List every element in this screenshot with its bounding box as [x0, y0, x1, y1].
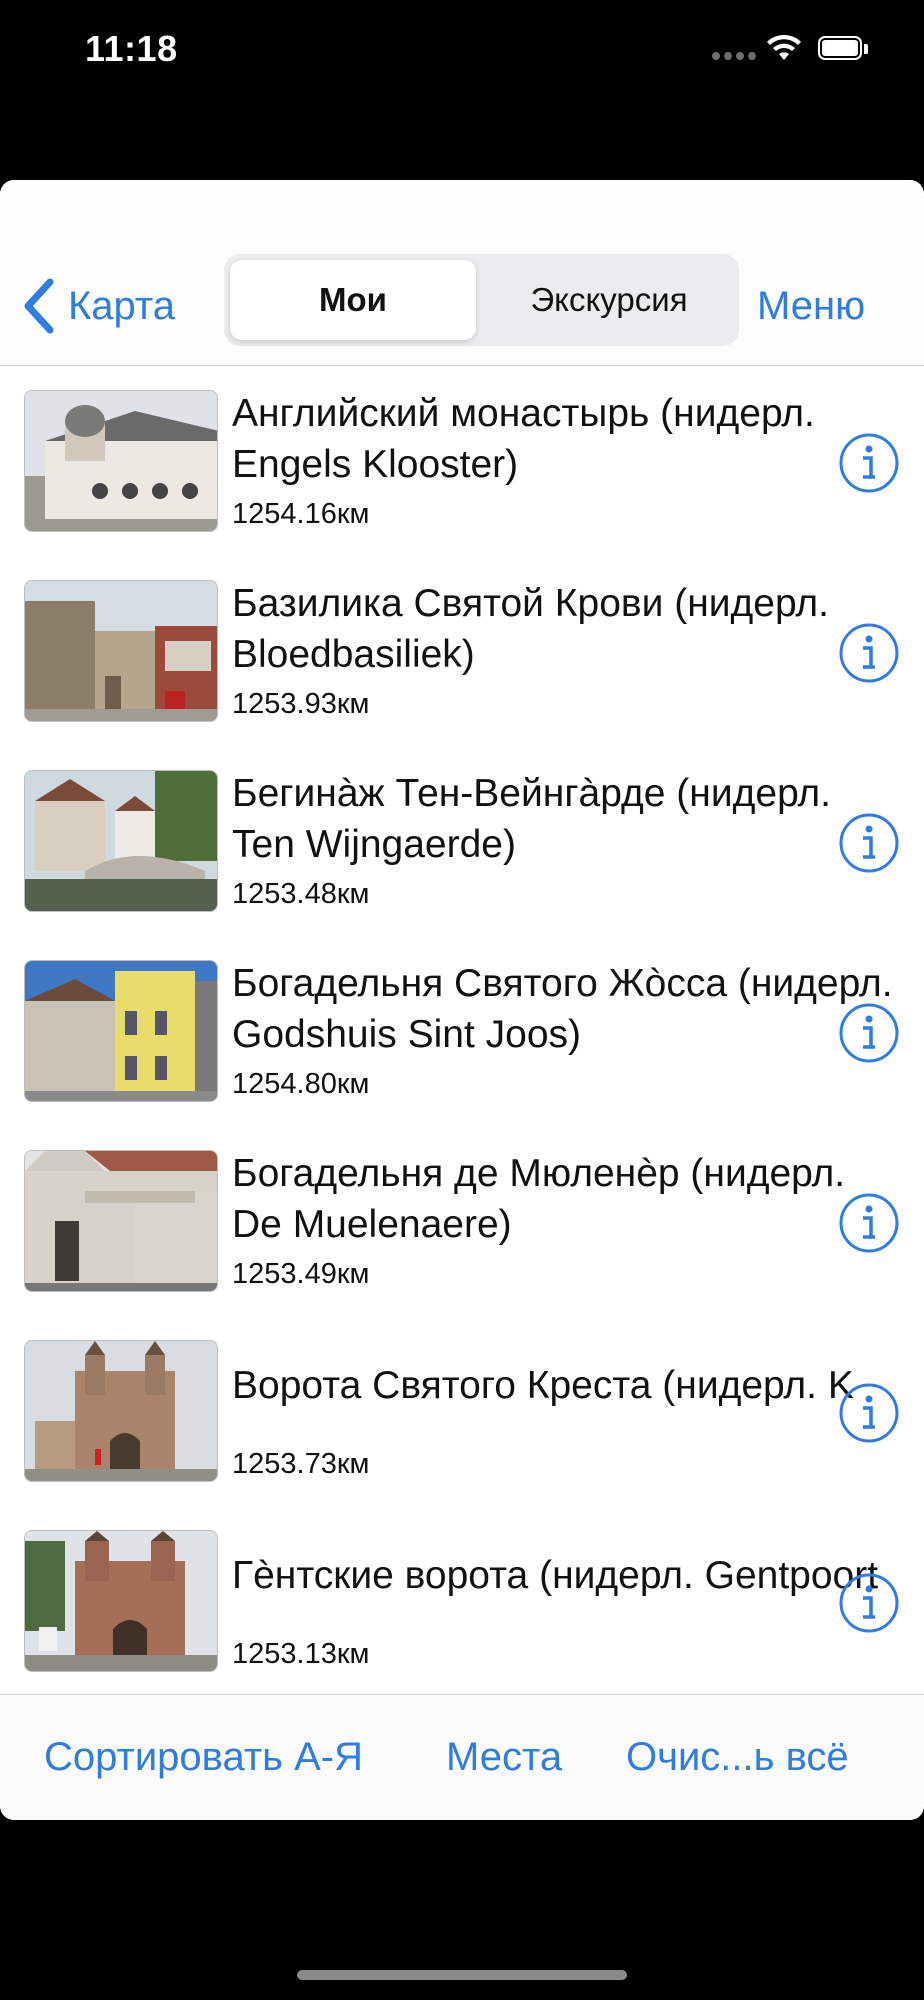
place-distance: 1253.13км — [232, 1638, 370, 1670]
battery-icon — [818, 36, 868, 62]
place-thumbnail — [24, 580, 218, 722]
info-icon[interactable] — [838, 1572, 900, 1634]
place-title: Английский монастырь (нидерл. Engels Kloo… — [232, 392, 815, 486]
place-title: Гèнтские ворота (нидерл. Gentpoort — [232, 1554, 879, 1597]
place-thumbnail — [24, 1150, 218, 1292]
place-distance: 1254.16км — [232, 498, 370, 530]
back-button[interactable]: Карта — [20, 276, 175, 336]
place-thumbnail — [24, 1340, 218, 1482]
place-title: Богадельня де Мюленèр (нидерл. De Muelena… — [232, 1152, 846, 1246]
place-title: Ворота Святого Креста (нидерл. K — [232, 1364, 854, 1407]
info-icon[interactable] — [838, 432, 900, 494]
navigation-bar: Карта Мои Экскурсия Меню — [0, 180, 924, 366]
info-icon[interactable] — [838, 1002, 900, 1064]
home-indicator — [297, 1970, 627, 1980]
info-icon[interactable] — [838, 1192, 900, 1254]
segment-excursion[interactable]: Экскурсия — [486, 260, 732, 340]
menu-button[interactable]: Меню — [757, 276, 865, 336]
wifi-icon — [767, 34, 801, 60]
info-icon[interactable] — [838, 1382, 900, 1444]
place-distance: 1253.73км — [232, 1448, 370, 1480]
list-item[interactable]: Ворота Святого Креста (нидерл. K 1253.73… — [0, 1316, 924, 1507]
place-title: Бегинàж Тен-Вейнгàрде (нидерл. Ten Wijnga… — [232, 772, 832, 866]
status-bar: 11:18 — [0, 0, 924, 110]
place-title: Богадельня Святого Жòсса (нидерл. Godshui… — [232, 962, 893, 1056]
list-item[interactable]: Богадельня де Мюленèр (нидерл. De Muelena… — [0, 1126, 924, 1317]
status-time: 11:18 — [85, 28, 178, 69]
list-item[interactable]: Английский монастырь (нидерл. Engels Kloo… — [0, 366, 924, 557]
place-distance: 1253.93км — [232, 688, 370, 720]
places-button[interactable]: Места — [446, 1735, 562, 1780]
place-distance: 1253.49км — [232, 1258, 370, 1290]
list-item[interactable]: Богадельня Святого Жòсса (нидерл. Godshui… — [0, 936, 924, 1127]
segment-mine[interactable]: Мои — [230, 260, 476, 340]
cellular-signal-icon — [712, 52, 756, 60]
info-icon[interactable] — [838, 812, 900, 874]
places-list: Английский монастырь (нидерл. Engels Kloo… — [0, 366, 924, 1820]
segmented-control: Мои Экскурсия — [224, 254, 739, 346]
place-distance: 1254.80км — [232, 1068, 370, 1100]
list-item[interactable]: Гèнтские ворота (нидерл. Gentpoort 1253.… — [0, 1506, 924, 1697]
list-item[interactable]: Базилика Святой Крови (нидерл. Bloedbasil… — [0, 556, 924, 747]
place-title: Базилика Святой Крови (нидерл. Bloedbasil… — [232, 582, 829, 676]
list-item[interactable]: Бегинàж Тен-Вейнгàрде (нидерл. Ten Wijnga… — [0, 746, 924, 937]
chevron-left-icon — [24, 278, 54, 334]
places-sheet: Карта Мои Экскурсия Меню Английский мона… — [0, 180, 924, 1820]
sort-button[interactable]: Сортировать А-Я — [44, 1735, 363, 1780]
place-distance: 1253.48км — [232, 878, 370, 910]
place-thumbnail — [24, 390, 218, 532]
bottom-toolbar: Сортировать А-Я Места Очис...ь всё — [0, 1694, 924, 1820]
back-label: Карта — [68, 283, 176, 328]
info-icon[interactable] — [838, 622, 900, 684]
place-thumbnail — [24, 960, 218, 1102]
place-thumbnail — [24, 1530, 218, 1672]
clear-all-button[interactable]: Очис...ь всё — [626, 1735, 849, 1780]
place-thumbnail — [24, 770, 218, 912]
